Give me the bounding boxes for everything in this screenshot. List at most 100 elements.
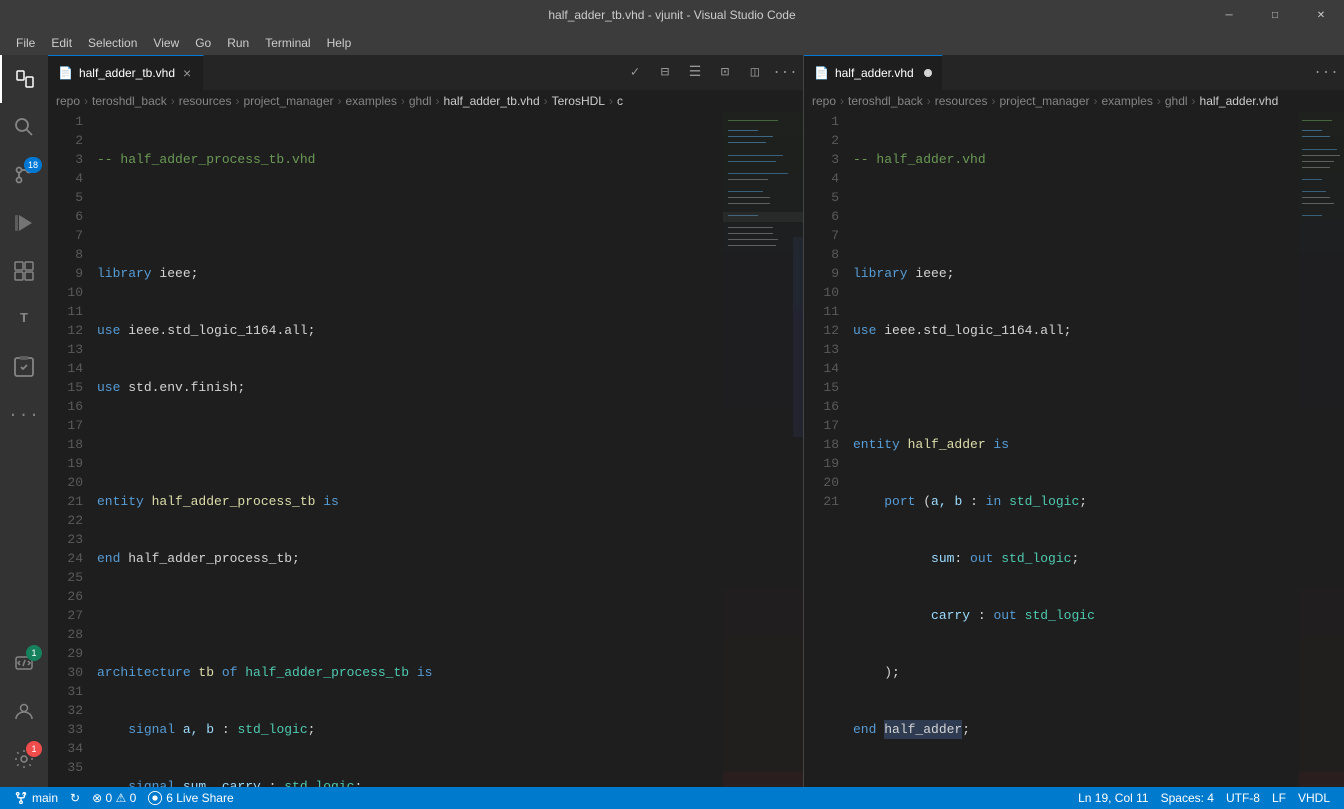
r-code-line-7: port (a, b : in std_logic; (853, 492, 1299, 511)
account-icon[interactable] (0, 687, 48, 735)
menu-run[interactable]: Run (219, 34, 257, 52)
group-into-button[interactable]: ⊡ (711, 59, 739, 87)
menu-edit[interactable]: Edit (43, 34, 80, 52)
right-breadcrumb-pm[interactable]: project_manager (999, 94, 1089, 108)
minimize-button[interactable]: ─ (1206, 0, 1252, 30)
breadcrumb-examples[interactable]: examples (346, 94, 397, 108)
left-tab-close[interactable]: × (181, 65, 193, 81)
editor-area: 📄 half_adder_tb.vhd × ✓ ⊟ ☰ ⊡ ◫ ··· (48, 55, 1344, 787)
errors-text: ⊗ 0 ⚠ 0 (92, 791, 136, 805)
left-editor-group: 📄 half_adder_tb.vhd × ✓ ⊟ ☰ ⊡ ◫ ··· (48, 55, 803, 787)
menu-selection[interactable]: Selection (80, 34, 145, 52)
menu-go[interactable]: Go (187, 34, 219, 52)
eol-item[interactable]: LF (1266, 787, 1292, 809)
teroshdl-icon[interactable]: T (0, 295, 48, 343)
maximize-button[interactable]: □ (1252, 0, 1298, 30)
right-code-lines[interactable]: -- half_adder.vhd library ieee; use ieee… (849, 112, 1299, 787)
r-code-line-6: entity half_adder is (853, 435, 1299, 454)
titlebar: half_adder_tb.vhd - vjunit - Visual Stud… (0, 0, 1344, 30)
right-breadcrumb-ghdl[interactable]: ghdl (1165, 94, 1188, 108)
run-debug-icon[interactable] (0, 199, 48, 247)
menu-view[interactable]: View (145, 34, 187, 52)
breadcrumb-ghdl[interactable]: ghdl (409, 94, 432, 108)
branch-icon (14, 791, 28, 805)
errors-item[interactable]: ⊗ 0 ⚠ 0 (86, 787, 142, 809)
r-code-line-11: end half_adder; (853, 720, 1299, 739)
branch-item[interactable]: main (8, 787, 64, 809)
right-breadcrumb-resources[interactable]: resources (935, 94, 988, 108)
more-icon[interactable]: ··· (0, 391, 48, 439)
left-tab-active[interactable]: 📄 half_adder_tb.vhd × (48, 55, 204, 90)
left-tab-actions: ✓ ⊟ ☰ ⊡ ◫ ··· (621, 55, 803, 90)
right-breadcrumb-repo[interactable]: repo (812, 94, 836, 108)
extensions-icon[interactable] (0, 247, 48, 295)
r-code-line-12 (853, 777, 1299, 787)
right-tab-actions: ··· (1312, 55, 1344, 90)
remote-badge: 1 (26, 645, 42, 661)
breadcrumb-resources[interactable]: resources (179, 94, 232, 108)
titlebar-title: half_adder_tb.vhd - vjunit - Visual Stud… (548, 8, 795, 22)
encoding-item[interactable]: UTF-8 (1220, 787, 1266, 809)
right-line-numbers: 12345 6789 ●10 1112131415 1617181920 21 (804, 112, 849, 787)
breadcrumb-teroshdl[interactable]: TerosHDL (552, 94, 605, 108)
right-breadcrumb-examples[interactable]: examples (1102, 94, 1153, 108)
source-control-icon[interactable]: 18 (0, 151, 48, 199)
r-code-line-2 (853, 207, 1299, 226)
close-button[interactable]: ✕ (1298, 0, 1344, 30)
right-code-content[interactable]: 12345 6789 ●10 1112131415 1617181920 21 … (804, 112, 1344, 787)
explorer-icon[interactable] (0, 55, 48, 103)
breadcrumb-teroshdl-back[interactable]: teroshdl_back (92, 94, 167, 108)
menu-help[interactable]: Help (319, 34, 360, 52)
testing-icon[interactable] (0, 343, 48, 391)
code-line-4: use ieee.std_logic_1164.all; (97, 321, 723, 340)
live-share-text: 6 Live Share (166, 791, 233, 805)
modified-dot (924, 69, 932, 77)
right-tab-active[interactable]: 📄 half_adder.vhd (804, 55, 943, 90)
menu-terminal[interactable]: Terminal (257, 34, 318, 52)
left-code-lines[interactable]: -- half_adder_process_tb.vhd library iee… (93, 112, 723, 787)
r-code-line-1: -- half_adder.vhd (853, 150, 1299, 169)
code-line-7: entity half_adder_process_tb is (97, 492, 723, 511)
right-tab-filename: half_adder.vhd (835, 66, 914, 80)
code-line-2 (97, 207, 723, 226)
position-item[interactable]: Ln 19, Col 11 (1072, 787, 1155, 809)
language-item[interactable]: VHDL (1292, 787, 1336, 809)
breadcrumb-c[interactable]: c (617, 94, 623, 108)
left-code-content[interactable]: 12345 678910 1112131415 161718 ●19 20212… (48, 112, 803, 787)
language-text: VHDL (1298, 791, 1330, 805)
breadcrumb-project-manager[interactable]: project_manager (243, 94, 333, 108)
spaces-item[interactable]: Spaces: 4 (1155, 787, 1220, 809)
more-actions-button[interactable]: ··· (771, 59, 799, 87)
menu-file[interactable]: File (8, 34, 43, 52)
code-line-5: use std.env.finish; (97, 378, 723, 397)
code-line-1: -- half_adder_process_tb.vhd (97, 150, 723, 169)
check-button[interactable]: ✓ (621, 59, 649, 87)
left-tab-icon: 📄 (58, 66, 73, 80)
right-breadcrumb: repo › teroshdl_back › resources › proje… (804, 90, 1344, 112)
eol-text: LF (1272, 791, 1286, 805)
editors-split: 📄 half_adder_tb.vhd × ✓ ⊟ ☰ ⊡ ◫ ··· (48, 55, 1344, 787)
view-split-button[interactable]: ☰ (681, 59, 709, 87)
breadcrumb-file[interactable]: half_adder_tb.vhd (444, 94, 540, 108)
settings-icon[interactable]: 1 (0, 735, 48, 783)
search-icon[interactable] (0, 103, 48, 151)
split-editor-button[interactable]: ⊟ (651, 59, 679, 87)
activity-bar-bottom: 1 1 (0, 639, 48, 787)
layout-button[interactable]: ◫ (741, 59, 769, 87)
right-breadcrumb-file[interactable]: half_adder.vhd (1200, 94, 1279, 108)
source-control-badge: 18 (24, 157, 42, 173)
spaces-text: Spaces: 4 (1161, 791, 1214, 805)
sync-item[interactable]: ↻ (64, 787, 86, 809)
right-breadcrumb-teroshdl[interactable]: teroshdl_back (848, 94, 923, 108)
code-line-8: end half_adder_process_tb; (97, 549, 723, 568)
breadcrumb-repo[interactable]: repo (56, 94, 80, 108)
remote-icon[interactable]: 1 (0, 639, 48, 687)
code-line-12: signal sum, carry : std_logic; (97, 777, 723, 787)
right-more-button[interactable]: ··· (1312, 59, 1340, 87)
live-share-item[interactable]: 6 Live Share (142, 787, 239, 809)
activity-bar: 18 T ··· 1 1 (0, 55, 48, 787)
r-code-line-10: ); (853, 663, 1299, 682)
sync-icon: ↻ (70, 791, 80, 805)
code-line-9 (97, 606, 723, 625)
menubar: File Edit Selection View Go Run Terminal… (0, 30, 1344, 55)
